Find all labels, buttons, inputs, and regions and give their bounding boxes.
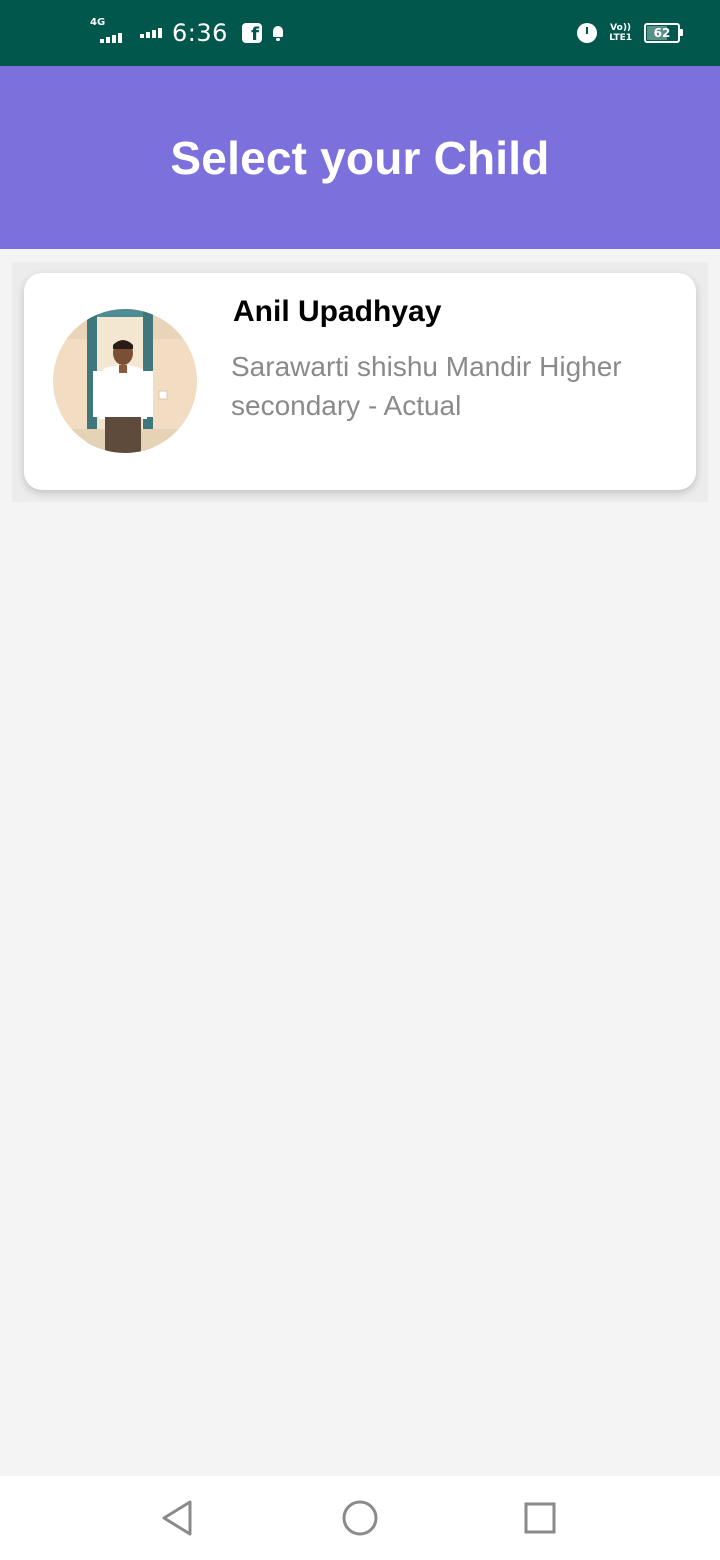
system-nav-bar [0, 1476, 720, 1560]
signal-icon [140, 28, 162, 38]
network-type-label: 4G [90, 17, 106, 28]
facebook-icon [241, 23, 262, 45]
child-avatar [53, 309, 197, 453]
alarm-icon [577, 23, 598, 43]
status-bar: 4G 6:36 Vo)) LTE1 62 [0, 0, 720, 66]
status-bar-left: 4G 6:36 [90, 0, 284, 66]
recents-icon[interactable] [520, 1498, 560, 1538]
child-card[interactable]: Anil Upadhyay Sarawarti shishu Mandir Hi… [24, 273, 696, 490]
child-school: Sarawarti shishu Mandir Higher secondary… [231, 351, 622, 421]
app-header: Select your Child [0, 66, 720, 249]
volte-icon: Vo)) LTE1 [609, 23, 632, 43]
child-name: Anil Upadhyay [233, 295, 442, 328]
notification-bell-icon [272, 26, 284, 41]
page-title: Select your Child [170, 131, 550, 184]
home-icon[interactable] [340, 1498, 380, 1538]
back-icon[interactable] [158, 1498, 198, 1538]
signal-4g-icon: 4G [90, 17, 124, 45]
battery-icon: 62 [644, 23, 683, 43]
volte-line-1: Vo)) [610, 23, 632, 33]
battery-level: 62 [653, 26, 671, 40]
volte-line-2: LTE1 [609, 33, 632, 43]
avatar-photo [53, 309, 197, 453]
status-bar-right: Vo)) LTE1 62 [577, 0, 683, 66]
status-time: 6:36 [172, 19, 228, 47]
